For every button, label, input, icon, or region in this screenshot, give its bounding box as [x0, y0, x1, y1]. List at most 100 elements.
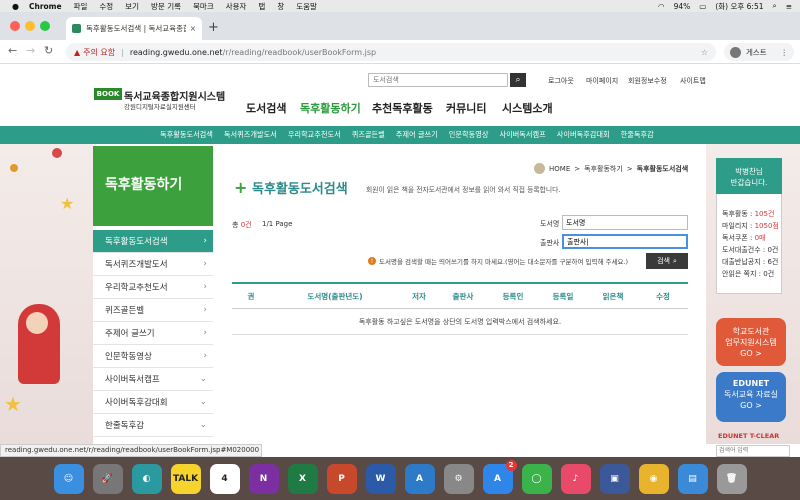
subnav-item[interactable]: 독후활동도서검색: [160, 130, 213, 140]
stat-mileage[interactable]: 마일리지 : 1050점: [722, 221, 779, 231]
kakaotalk-icon[interactable]: TALK: [170, 463, 201, 494]
tab-close-icon[interactable]: ×: [190, 24, 196, 33]
forward-icon[interactable]: →: [26, 44, 35, 57]
menu-file[interactable]: 파일: [74, 1, 88, 12]
stat-loans[interactable]: 도서대출건수 : 0건: [722, 245, 778, 255]
menu-help[interactable]: 도움말: [296, 1, 317, 12]
subnav-item[interactable]: 인문학동영상: [449, 130, 489, 140]
side-title: 독후활동하기: [93, 146, 213, 226]
side-item-book-search[interactable]: 독후활동도서검색 ›: [93, 230, 213, 253]
stat-reading[interactable]: 독후활동 : 105건: [722, 209, 774, 219]
menu-edit[interactable]: 수정: [99, 1, 113, 12]
new-tab-button[interactable]: +: [208, 20, 219, 35]
book-title-input[interactable]: [562, 215, 688, 230]
side-item-school-recommend[interactable]: 우리학교추천도서 ›: [93, 276, 213, 299]
crumb-section[interactable]: 독후활동하기: [584, 164, 623, 174]
stat-label: 독서쿠폰 :: [722, 234, 755, 242]
battery-icon[interactable]: ▭: [699, 2, 706, 11]
edunet-tclear-logo[interactable]: EDUNET T-CLEAR: [718, 432, 779, 440]
system-prefs-icon[interactable]: ⚙: [443, 463, 474, 494]
side-item-quiz-books[interactable]: 독서퀴즈개발도서 ›: [93, 253, 213, 276]
stat-coupon[interactable]: 독서쿠폰 : 0매: [722, 233, 765, 243]
clock[interactable]: (화) 오후 6:51: [715, 1, 763, 12]
whatsapp-icon[interactable]: ◯: [521, 463, 552, 494]
search-button[interactable]: 검색 ⌕: [646, 253, 688, 269]
gnav-book-search[interactable]: 도서검색: [246, 100, 286, 116]
bookmark-star-icon[interactable]: ☆: [701, 48, 708, 57]
apple-icon[interactable]: ●: [12, 2, 19, 11]
menu-app[interactable]: Chrome: [29, 2, 62, 11]
onenote-icon[interactable]: N: [248, 463, 279, 494]
address-bar[interactable]: ▲ 주의 요함 | reading.gwedu.one.net /r/readi…: [66, 43, 716, 61]
logo-badge[interactable]: BOOK: [94, 88, 122, 100]
site-search-button[interactable]: ⌕: [510, 73, 526, 87]
side-item-humanities-video[interactable]: 인문학동영상 ›: [93, 345, 213, 368]
stat-label: 도서대출건수 :: [722, 246, 768, 254]
publisher-input[interactable]: [562, 234, 688, 249]
home-icon[interactable]: [534, 163, 545, 174]
dictionary-icon[interactable]: A: [404, 463, 435, 494]
edunet-button[interactable]: EDUNET 독서교육 자료실 GO >: [716, 372, 786, 422]
side-item-label: 사이버독서캠프: [105, 375, 160, 385]
subnav-item[interactable]: 사이버독서캠프: [499, 130, 545, 140]
school-library-button[interactable]: 학교도서관 업무지원시스템 GO >: [716, 318, 786, 366]
menu-history[interactable]: 방문 기록: [151, 1, 181, 12]
gnav-community[interactable]: 커뮤니티: [446, 100, 486, 116]
edunet-search-input[interactable]: [716, 445, 790, 457]
gnav-about[interactable]: 시스템소개: [502, 100, 553, 116]
subnav-item[interactable]: 퀴즈골든벨: [352, 130, 385, 140]
sitemap-link[interactable]: 사이트맵: [680, 76, 706, 86]
side-item-cyber-contest[interactable]: 사이버독후감대회 ⌄: [93, 391, 213, 414]
menu-extras-icon[interactable]: ≡: [786, 2, 792, 11]
minimize-window-button[interactable]: [25, 21, 35, 31]
more-icon[interactable]: ⋮: [781, 48, 789, 57]
side-item-topic-writing[interactable]: 주제어 글쓰기 ›: [93, 322, 213, 345]
side-item-cyber-camp[interactable]: 사이버독서캠프 ⌄: [93, 368, 213, 391]
gnav-recommended[interactable]: 추천독후활동: [372, 100, 433, 116]
calendar-icon[interactable]: 4: [209, 463, 240, 494]
side-item-golden-bell[interactable]: 퀴즈골든벨 ›: [93, 299, 213, 322]
stat-return-notice[interactable]: 대출반납공지 : 6건: [722, 257, 778, 267]
search-icon[interactable]: ⌕: [773, 1, 777, 11]
edit-profile-link[interactable]: 회원정보수정: [628, 76, 667, 86]
site-search-input[interactable]: [368, 73, 508, 87]
wifi-icon[interactable]: ◠: [658, 2, 665, 11]
launchpad-icon[interactable]: 🚀: [92, 463, 123, 494]
crumb-home[interactable]: HOME: [549, 165, 570, 173]
maximize-window-button[interactable]: [40, 21, 50, 31]
side-item-one-line-review[interactable]: 한줄독후감 ⌄: [93, 414, 213, 437]
logout-link[interactable]: 로그아웃: [548, 76, 574, 86]
menu-window[interactable]: 창: [277, 1, 284, 12]
subnav-item[interactable]: 주제어 글쓰기: [396, 130, 438, 140]
app-store-icon[interactable]: A2: [482, 459, 517, 494]
menu-tab[interactable]: 탭: [258, 1, 265, 12]
virtualbox-icon[interactable]: ▣: [599, 463, 630, 494]
close-window-button[interactable]: [10, 21, 20, 31]
safari-like-icon[interactable]: ◐: [131, 463, 162, 494]
word-icon[interactable]: W: [365, 463, 396, 494]
security-label[interactable]: 주의 요함: [83, 47, 115, 58]
subnav-item[interactable]: 사이버독후감대회: [557, 130, 610, 140]
reload-icon[interactable]: ↻: [44, 44, 53, 57]
browser-tab[interactable]: 독후활동도서검색 | 독서교육종합지원시스템 ×: [66, 17, 202, 40]
gnav-reading-activity[interactable]: 독후활동하기: [300, 100, 361, 116]
trash-icon[interactable]: 🗑: [716, 463, 747, 494]
menu-view[interactable]: 보기: [125, 1, 139, 12]
subnav-item[interactable]: 독서퀴즈개발도서: [224, 130, 277, 140]
profile-button[interactable]: 게스트 ⋮: [724, 43, 794, 61]
powerpoint-icon[interactable]: P: [326, 463, 357, 494]
stat-unread-notes[interactable]: 안읽은 쪽지 : 0건: [722, 269, 774, 279]
finder-icon[interactable]: ☺: [53, 463, 84, 494]
subnav-item[interactable]: 우리학교추천도서: [288, 130, 341, 140]
menu-bookmarks[interactable]: 북마크: [193, 1, 214, 12]
subnav-item[interactable]: 한줄독후감: [621, 130, 654, 140]
menu-people[interactable]: 사용자: [226, 1, 247, 12]
excel-icon[interactable]: X: [287, 463, 318, 494]
chrome-icon[interactable]: ◉: [638, 463, 669, 494]
music-icon[interactable]: ♪: [560, 463, 591, 494]
warning-icon[interactable]: ▲: [74, 48, 80, 57]
mypage-link[interactable]: 마이페이지: [586, 76, 618, 86]
stat-value: 6건: [767, 258, 779, 266]
back-icon[interactable]: ←: [8, 44, 17, 57]
docs-icon[interactable]: ▤: [677, 463, 708, 494]
